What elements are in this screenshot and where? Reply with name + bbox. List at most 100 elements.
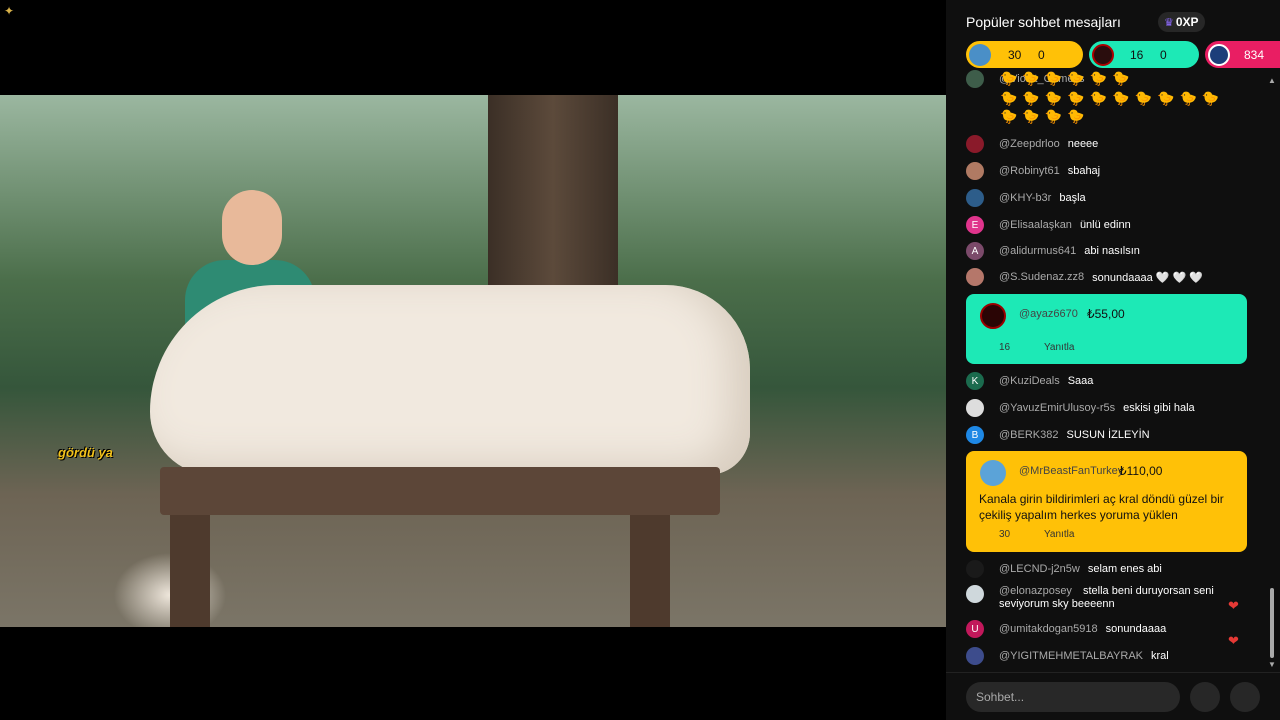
chat-message[interactable]: @YIGITMEHMETALBAYRAK kral	[966, 647, 1169, 665]
chat-text: sbahaj	[1067, 165, 1101, 177]
pill-count: 0	[1160, 47, 1167, 62]
chat-username[interactable]: @S.Sudenaz.zz8	[999, 271, 1084, 283]
chat-message[interactable]: K @KuziDeals Saaa	[966, 372, 1093, 390]
chat-message[interactable]: U @umitakdogan5918 sonundaaaa	[966, 620, 1166, 638]
chat-username[interactable]: @LECND-j2n5w	[999, 563, 1080, 575]
corner-logo-icon: ✦	[4, 4, 15, 18]
person-head	[222, 190, 282, 265]
super-chat-amount: ₺110,00	[1119, 464, 1163, 478]
xp-badge[interactable]: ♛ 0XP	[1158, 12, 1205, 32]
chat-username[interactable]: @alidurmus641	[999, 245, 1076, 257]
super-chat-like-count[interactable]: 30	[999, 529, 1010, 540]
avatar: A	[966, 242, 984, 260]
emoji-row: 🐤🐤🐤🐤	[1000, 108, 1090, 124]
super-chat-message: Kanala girin bildirimleri aç kral döndü …	[979, 492, 1224, 522]
chat-username[interactable]: @Robinyt61	[999, 165, 1060, 177]
avatar	[966, 70, 984, 88]
chat-username[interactable]: @umitakdogan5918	[999, 623, 1098, 635]
avatar	[966, 189, 984, 207]
avatar: E	[966, 216, 984, 234]
chat-username[interactable]: @elonazposey	[999, 585, 1072, 597]
emoji-row: 🐤🐤🐤🐤🐤🐤🐤🐤🐤🐤	[1000, 90, 1225, 106]
heart-icon: ❤	[1228, 633, 1239, 648]
chat-message[interactable]: @Robinyt61 sbahaj	[966, 162, 1100, 180]
chat-text: neeee	[1067, 138, 1099, 150]
supporter-pill[interactable]: 834	[1205, 41, 1280, 68]
avatar	[966, 268, 984, 286]
avatar	[966, 135, 984, 153]
avatar	[966, 647, 984, 665]
bench-leg	[630, 515, 670, 627]
emoji-row: 🐤🐤🐤🐤🐤🐤	[1000, 70, 1135, 86]
chat-title[interactable]: Popüler sohbet mesajları	[966, 14, 1121, 30]
chat-header: Popüler sohbet mesajları ♛ 0XP	[946, 0, 1280, 40]
reply-button[interactable]: Yanıtla	[1044, 342, 1074, 353]
chat-text: eskisi gibi hala	[1123, 402, 1195, 414]
chat-input[interactable]	[966, 682, 1180, 712]
avatar: B	[966, 426, 984, 444]
scroll-thumb[interactable]	[1270, 588, 1274, 658]
avatar: K	[966, 372, 984, 390]
chat-list[interactable]: @Violet_Gamess 🐤🐤🐤🐤🐤🐤 🐤🐤🐤🐤🐤🐤🐤🐤🐤🐤 🐤🐤🐤🐤 @Z…	[946, 70, 1272, 670]
chat-scrollbar[interactable]: ▲ ▼	[1268, 70, 1276, 670]
white-tiger	[150, 285, 750, 475]
chat-message[interactable]: E @Elisaalaşkan ünlü edinn	[966, 216, 1131, 234]
crown-icon: ♛	[1164, 16, 1174, 29]
chat-footer	[946, 672, 1280, 720]
heart-icon: ❤	[1228, 598, 1239, 613]
scroll-up-icon[interactable]: ▲	[1268, 76, 1276, 85]
chat-message[interactable]: @YavuzEmirUlusoy-r5s eskisi gibi hala	[966, 399, 1195, 417]
avatar	[966, 399, 984, 417]
video-frame[interactable]: gördü ya	[0, 95, 946, 627]
chat-username[interactable]: @BERK382	[999, 429, 1058, 441]
chat-text: selam enes abi	[1087, 563, 1162, 575]
avatar	[1208, 43, 1230, 66]
super-chat-card[interactable]: @ayaz6670 ₺55,00 16 Yanıtla	[966, 294, 1247, 364]
pill-count: 30	[1008, 47, 1022, 62]
chat-message[interactable]: @S.Sudenaz.zz8 sonundaaaa 🤍 🤍 🤍	[966, 268, 1203, 286]
chat-message[interactable]: @LECND-j2n5w selam enes abi	[966, 560, 1162, 578]
chat-text: Saaa	[1067, 375, 1094, 387]
chat-username[interactable]: @Zeepdrloo	[999, 138, 1060, 150]
reply-button[interactable]: Yanıtla	[1044, 529, 1074, 540]
bench	[160, 467, 720, 515]
pill-count: 16	[1130, 47, 1144, 62]
pill-count: 834	[1244, 47, 1265, 62]
super-chat-card[interactable]: @MrBeastFanTurkey ₺110,00 Kanala girin b…	[966, 451, 1247, 552]
avatar	[966, 560, 984, 578]
super-chat-like-count[interactable]: 16	[999, 342, 1010, 353]
chat-username[interactable]: @KHY-b3r	[999, 192, 1051, 204]
emoji-button[interactable]	[1190, 682, 1220, 712]
chat-username[interactable]: @Elisaalaşkan	[999, 219, 1072, 231]
chat-message[interactable]: B @BERK382 SUSUN İZLEYİN	[966, 426, 1150, 444]
avatar: U	[966, 620, 984, 638]
chat-text: sonundaaaa 🤍 🤍 🤍	[1092, 271, 1203, 284]
video-caption: gördü ya	[58, 445, 113, 460]
super-chat-username[interactable]: @ayaz6670	[1019, 308, 1078, 320]
avatar	[1092, 43, 1114, 66]
avatar	[980, 303, 1006, 329]
chat-message[interactable]: @KHY-b3r başla	[966, 189, 1086, 207]
chat-text: sonundaaaa	[1105, 623, 1167, 635]
supporter-pill[interactable]: 30 0	[966, 41, 1083, 68]
chat-text: kral	[1151, 650, 1169, 662]
chat-text: SUSUN İZLEYİN	[1066, 429, 1150, 441]
chat-text: ünlü edinn	[1079, 219, 1131, 231]
avatar	[966, 585, 984, 603]
scroll-down-icon[interactable]: ▼	[1268, 660, 1276, 669]
super-chat-username[interactable]: @MrBeastFanTurkey	[1019, 465, 1123, 477]
chat-username[interactable]: @KuziDeals	[999, 375, 1060, 387]
chat-username[interactable]: @YavuzEmirUlusoy-r5s	[999, 402, 1115, 414]
avatar	[980, 460, 1006, 486]
supporter-pill[interactable]: 16 0	[1089, 41, 1199, 68]
bench-leg	[170, 515, 210, 627]
chat-username[interactable]: @YIGITMEHMETALBAYRAK	[999, 650, 1143, 662]
chat-text: başla	[1059, 192, 1086, 204]
chat-message[interactable]: @Zeepdrloo neeee	[966, 135, 1098, 153]
video-player[interactable]: ✦ gördü ya	[0, 0, 946, 720]
send-button[interactable]	[1230, 682, 1260, 712]
chat-message[interactable]: A @alidurmus641 abi nasılsın	[966, 242, 1140, 260]
avatar	[969, 43, 991, 66]
chat-message[interactable]: @elonazposey stella beni duruyorsan seni…	[966, 585, 1226, 611]
chat-message-body: @elonazposey stella beni duruyorsan seni…	[999, 585, 1226, 611]
